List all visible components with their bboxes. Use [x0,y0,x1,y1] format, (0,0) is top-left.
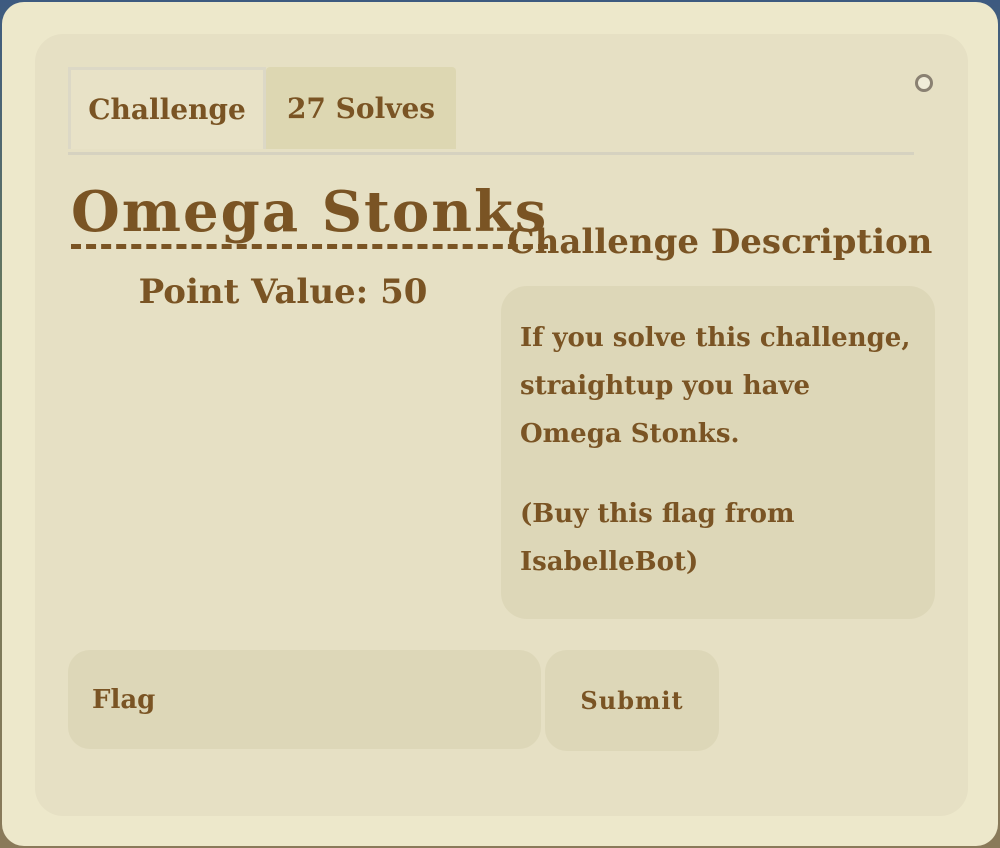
description-box: If you solve this challenge, straightup … [501,286,935,619]
tab-solves[interactable]: 27 Solves [266,67,456,149]
flag-input[interactable] [68,650,541,749]
description-paragraph: (Buy this flag from IsabelleBot) [520,499,795,577]
description-paragraph: If you solve this challenge, straightup … [520,323,911,449]
close-icon[interactable] [915,74,933,92]
challenge-modal: Challenge 27 Solves Omega Stonks Point V… [2,2,998,846]
modal-body: Challenge 27 Solves Omega Stonks Point V… [35,34,968,816]
tab-challenge[interactable]: Challenge [68,67,266,149]
point-value: Point Value: 50 [138,272,428,312]
challenge-title: Omega Stonks [71,182,549,249]
submit-button[interactable]: Submit [545,650,719,751]
description-heading: Challenge Description [507,222,933,262]
tab-bar: Challenge 27 Solves [68,67,914,155]
